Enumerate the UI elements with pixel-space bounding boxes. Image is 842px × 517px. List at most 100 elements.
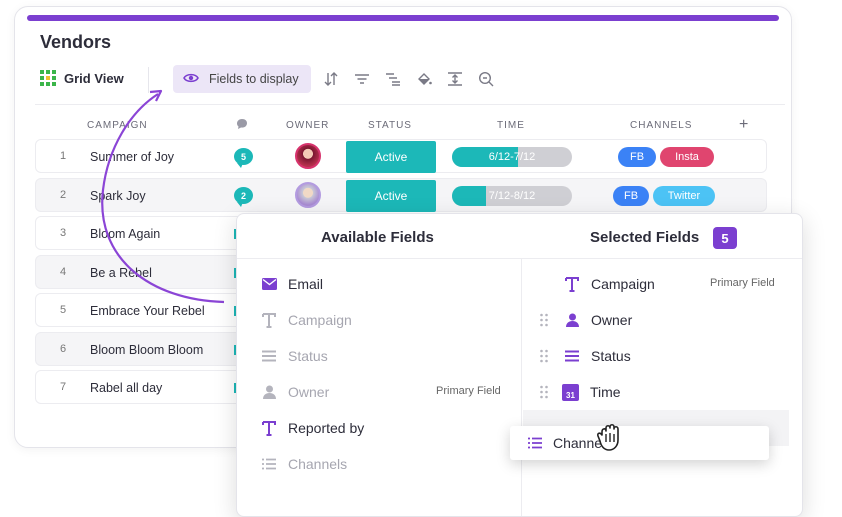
time-range: 6/12-7/12 <box>488 151 536 163</box>
fields-to-display-label: Fields to display <box>209 72 299 86</box>
selected-fields-title: Selected Fields <box>590 229 700 246</box>
page-title: Vendors <box>40 32 112 52</box>
available-field-campaign[interactable]: Campaign <box>261 309 352 331</box>
campaign-name[interactable]: Rabel all day <box>90 381 162 395</box>
col-time[interactable]: TIME <box>497 120 525 131</box>
field-label: Campaign <box>288 312 352 328</box>
col-owner[interactable]: OWNER <box>286 120 329 131</box>
avatar[interactable] <box>295 143 321 169</box>
header-divider <box>35 104 785 105</box>
person-icon <box>261 384 277 400</box>
row-number: 7 <box>60 381 67 393</box>
available-field-channels[interactable]: Channels <box>261 453 347 475</box>
campaign-name[interactable]: Embrace Your Rebel <box>90 304 205 318</box>
field-label: Email <box>288 276 324 292</box>
channel-chip[interactable]: FB <box>618 147 656 167</box>
available-field-reported-by[interactable]: Reported by <box>261 417 364 439</box>
row-number: 6 <box>60 343 67 355</box>
text-icon <box>261 312 277 328</box>
grid-view-label: Grid View <box>64 70 124 86</box>
fields-to-display-button[interactable]: Fields to display <box>173 65 311 93</box>
selected-field-owner[interactable]: Owner <box>564 309 632 331</box>
grid-icon <box>40 70 56 86</box>
col-channels[interactable]: CHANNELS <box>630 120 692 131</box>
channel-chip[interactable]: Insta <box>660 147 714 167</box>
accent-bar <box>27 15 779 21</box>
field-label: Time <box>590 384 621 400</box>
table-row[interactable]: 2 Spark Joy 2 Active 7/12-8/12 FB Twitte… <box>35 178 767 212</box>
avatar[interactable] <box>295 182 321 208</box>
popup-header-divider <box>237 258 802 259</box>
dragging-field-channels[interactable]: Channels <box>510 426 769 460</box>
calendar-day: 31 <box>566 390 575 400</box>
drag-handle-icon[interactable] <box>539 349 549 363</box>
row-number: 1 <box>60 150 67 162</box>
field-label: Reported by <box>288 420 365 436</box>
filter-icon[interactable] <box>352 69 371 88</box>
channel-chip[interactable]: FB <box>613 186 649 206</box>
calendar-icon: 31 <box>562 383 579 401</box>
grab-cursor-icon <box>597 423 619 451</box>
available-field-owner[interactable]: Owner <box>261 381 329 403</box>
row-height-icon[interactable] <box>445 69 464 88</box>
field-label: Status <box>591 348 631 364</box>
campaign-name[interactable]: Spark Joy <box>90 189 146 203</box>
add-column-button[interactable]: + <box>739 116 748 134</box>
email-icon <box>261 276 277 292</box>
popup-column-divider <box>521 259 522 516</box>
row-number: 4 <box>60 266 67 278</box>
primary-field-tag: Primary Field <box>436 385 501 397</box>
campaign-name[interactable]: Bloom Again <box>90 227 160 241</box>
selected-field-campaign[interactable]: Campaign <box>564 273 655 295</box>
toolbar: Grid View Fields to display <box>40 65 780 95</box>
sort-icon[interactable] <box>321 69 340 88</box>
available-field-email[interactable]: Email <box>261 273 323 295</box>
list-icon <box>528 437 542 449</box>
grid-view-button[interactable]: Grid View <box>40 70 124 86</box>
comment-count-badge[interactable]: 5 <box>234 148 253 168</box>
selected-field-status[interactable]: Status <box>564 345 631 367</box>
time-progress-bar[interactable]: 6/12-7/12 <box>452 147 572 167</box>
group-icon[interactable] <box>383 69 402 88</box>
field-label: Campaign <box>591 276 655 292</box>
text-icon <box>261 420 277 436</box>
selected-field-time[interactable]: 31 Time <box>562 381 621 403</box>
fields-popup: Available Fields Selected Fields 5 Email… <box>236 213 803 517</box>
color-icon[interactable] <box>414 69 433 88</box>
row-number: 5 <box>60 304 67 316</box>
col-status[interactable]: STATUS <box>368 120 412 131</box>
field-label: Status <box>288 348 328 364</box>
selected-count-badge: 5 <box>713 227 737 249</box>
drag-handle-icon[interactable] <box>539 385 549 399</box>
campaign-name[interactable]: Be a Rebel <box>90 266 152 280</box>
campaign-name[interactable]: Bloom Bloom Bloom <box>90 343 203 357</box>
time-range: 7/12-8/12 <box>488 190 536 202</box>
row-number: 3 <box>60 227 67 239</box>
status-badge[interactable]: Active <box>346 141 436 173</box>
search-icon[interactable] <box>476 69 495 88</box>
table-header: CAMPAIGN OWNER STATUS TIME CHANNELS + <box>35 109 785 141</box>
col-campaign[interactable]: CAMPAIGN <box>87 120 148 131</box>
time-progress-bar[interactable]: 7/12-8/12 <box>452 186 572 206</box>
status-icon <box>261 348 277 364</box>
comment-count-badge[interactable]: 2 <box>234 187 253 207</box>
person-icon <box>564 312 580 328</box>
field-label: Owner <box>591 312 633 328</box>
field-label: Channels <box>288 456 348 472</box>
table-row[interactable]: 1 Summer of Joy 5 Active 6/12-7/12 FB In… <box>35 139 767 173</box>
comment-col-icon <box>236 118 248 133</box>
channel-chip[interactable]: Twitter <box>653 186 715 206</box>
field-label: Owner <box>288 384 330 400</box>
status-icon <box>564 348 580 364</box>
drag-handle-icon[interactable] <box>539 313 549 327</box>
row-number: 2 <box>60 189 67 201</box>
eye-icon <box>183 72 199 87</box>
list-icon <box>261 456 277 472</box>
available-fields-title: Available Fields <box>321 229 434 246</box>
campaign-name[interactable]: Summer of Joy <box>90 150 174 164</box>
status-badge[interactable]: Active <box>346 180 436 212</box>
text-icon <box>564 276 580 292</box>
available-field-status[interactable]: Status <box>261 345 328 367</box>
primary-field-tag: Primary Field <box>710 277 775 289</box>
toolbar-divider <box>148 67 149 93</box>
